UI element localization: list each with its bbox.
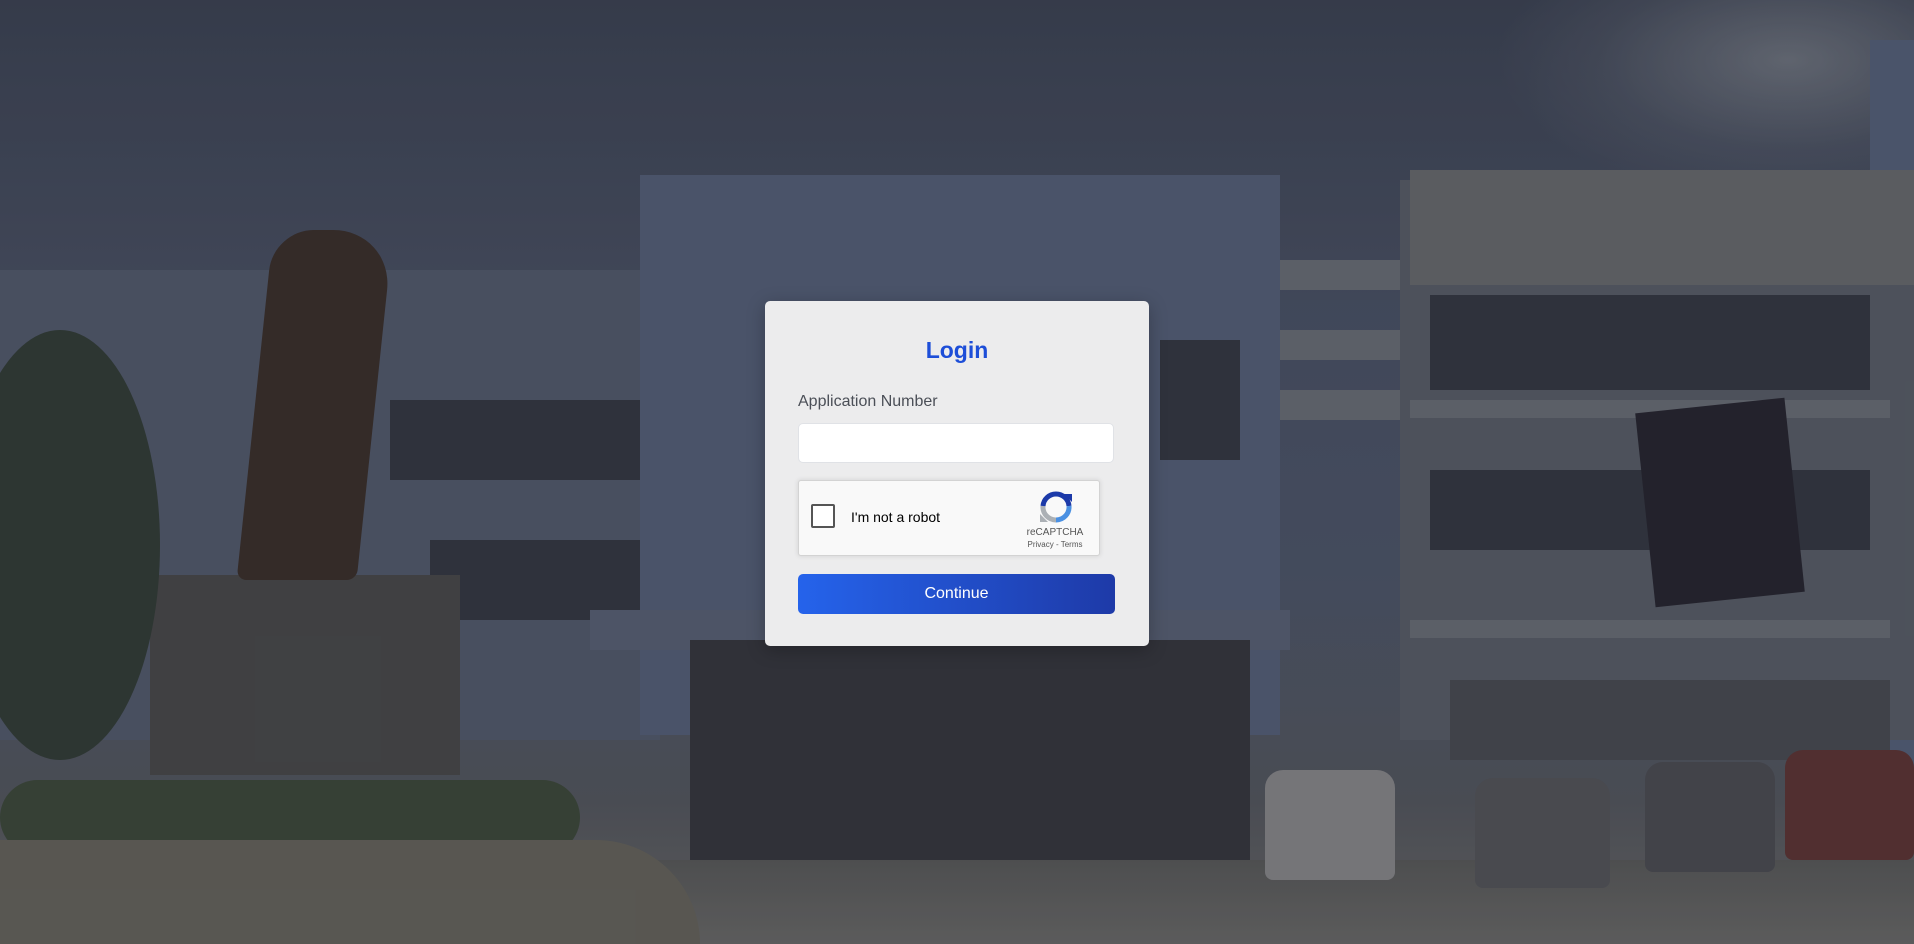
login-card: Login Application Number I'm not a robot…: [765, 301, 1149, 646]
login-title: Login: [925, 337, 989, 363]
recaptcha-checkbox-label: I'm not a robot: [851, 509, 941, 525]
continue-button[interactable]: Continue: [798, 574, 1115, 614]
recaptcha-checkbox[interactable]: [811, 504, 835, 528]
recaptcha-widget: I'm not a robot reCAPTCHA Privacy - Term…: [798, 480, 1100, 556]
recaptcha-links: Privacy - Terms: [1005, 540, 1105, 549]
recaptcha-link-separator: -: [1053, 540, 1061, 549]
recaptcha-terms-link[interactable]: Terms: [1061, 540, 1083, 549]
recaptcha-brand: reCAPTCHA: [1026, 527, 1084, 538]
application-number-input[interactable]: [798, 423, 1114, 463]
application-number-label: Application Number: [798, 393, 938, 410]
recaptcha-privacy-link[interactable]: Privacy: [1028, 540, 1054, 549]
recaptcha-logo-icon: [1040, 491, 1072, 523]
